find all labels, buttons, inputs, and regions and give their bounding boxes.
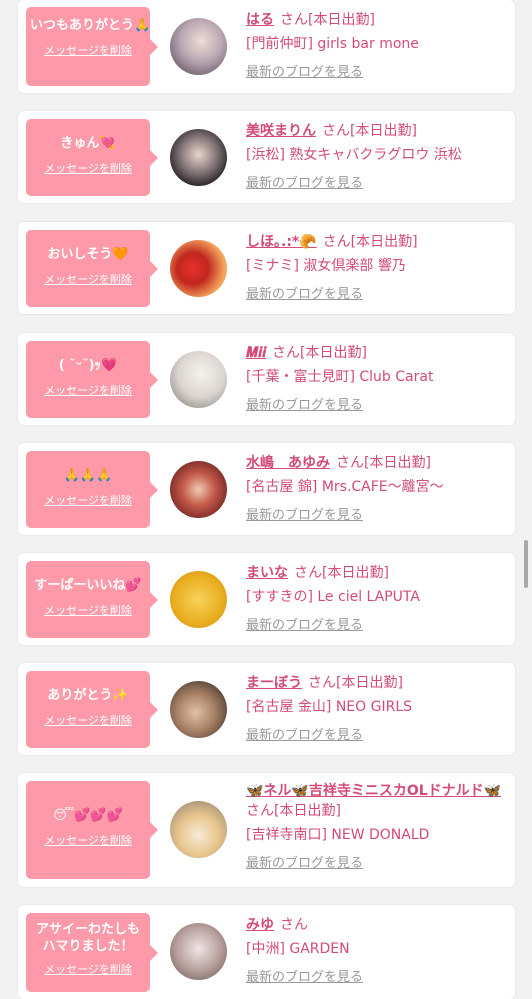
girl-name-link[interactable]: 𝑴𝒊𝒊 [246, 345, 266, 361]
delete-message-link[interactable]: メッセージを削除 [44, 602, 132, 618]
message-text: おいしそう🧡 [47, 247, 129, 262]
latest-blog-link[interactable]: 最新のブログを見る [246, 969, 363, 987]
avatar[interactable] [170, 351, 227, 408]
message-text: 😴💕💕💕 [53, 808, 123, 823]
latest-blog-link[interactable]: 最新のブログを見る [246, 286, 363, 304]
shop-name: [名古屋 金山] NEO GIRLS [246, 699, 413, 715]
shop-name: [浜松] 熟女キャバクラグロウ 浜松 [246, 147, 462, 163]
list-item: きゅん💘 メッセージを削除 美咲まりん さん[本日出勤] [浜松] 熟女キャバクラ… [18, 111, 515, 203]
girl-name-link[interactable]: 水嶋 あゆみ [246, 455, 330, 471]
girl-status: さん[本日出勤] [246, 803, 341, 819]
girl-status: さん[本日出勤] [308, 675, 403, 691]
shop-name: [ミナミ] 淑女倶楽部 響乃 [246, 258, 406, 274]
avatar[interactable] [170, 801, 227, 858]
avatar[interactable] [170, 681, 227, 738]
avatar[interactable] [170, 18, 227, 75]
girl-status: さん [280, 917, 308, 933]
message-bubble: おいしそう🧡 メッセージを削除 [26, 230, 158, 307]
shop-name: [名古屋 錦] Mrs.CAFE〜離宮〜 [246, 479, 444, 495]
latest-blog-link[interactable]: 最新のブログを見る [246, 397, 363, 415]
delete-message-link[interactable]: メッセージを削除 [44, 492, 132, 508]
girl-status: さん[本日出勤] [280, 12, 375, 28]
list-item: すーぱーいいね💕 メッセージを削除 まいな さん[本日出勤] [すすきの] Le … [18, 553, 515, 645]
girl-status: さん[本日出勤] [272, 345, 367, 361]
message-text: ありがとう✨ [47, 688, 129, 703]
girl-name-link[interactable]: 美咲まりん [246, 123, 316, 139]
delete-message-link[interactable]: メッセージを削除 [44, 271, 132, 287]
message-text: すーぱーいいね💕 [34, 578, 142, 593]
list-item: いつもありがとう🙏 メッセージを削除 はる さん[本日出勤] [門前仲町] gir… [18, 0, 515, 93]
message-bubble: すーぱーいいね💕 メッセージを削除 [26, 561, 158, 638]
message-bubble: ( ˘ᵕ˘)ｯ💗 メッセージを削除 [26, 341, 158, 418]
shop-name: [すすきの] Le ciel LAPUTA [246, 589, 420, 605]
message-bubble: いつもありがとう🙏 メッセージを削除 [26, 7, 158, 86]
list-item: アサイーわたしもハマりました！ メッセージを削除 みゆ さん [中洲] GARDE… [18, 905, 515, 999]
delete-message-link[interactable]: メッセージを削除 [44, 42, 132, 58]
latest-blog-link[interactable]: 最新のブログを見る [246, 507, 363, 525]
latest-blog-link[interactable]: 最新のブログを見る [246, 727, 363, 745]
shop-name: [吉祥寺南口] NEW DONALD [246, 827, 430, 843]
girl-name-link[interactable]: みゆ [246, 917, 274, 933]
message-bubble: アサイーわたしもハマりました！ メッセージを削除 [26, 913, 158, 992]
girl-name-link[interactable]: しほ｡.:*🥐 [246, 234, 317, 250]
message-text: アサイーわたしもハマりました！ [36, 922, 141, 954]
message-bubble: ありがとう✨ メッセージを削除 [26, 671, 158, 748]
list-item: おいしそう🧡 メッセージを削除 しほ｡.:*🥐 さん[本日出勤] [ミナミ] 淑女… [18, 222, 515, 314]
avatar[interactable] [170, 571, 227, 628]
girl-name-link[interactable]: まいな [246, 565, 288, 581]
delete-message-link[interactable]: メッセージを削除 [44, 961, 132, 977]
message-bubble: 😴💕💕💕 メッセージを削除 [26, 781, 158, 879]
message-text: ( ˘ᵕ˘)ｯ💗 [58, 358, 118, 373]
avatar[interactable] [170, 129, 227, 186]
list-item: ありがとう✨ メッセージを削除 まーぼう さん[本日出勤] [名古屋 金山] NE… [18, 663, 515, 755]
latest-blog-link[interactable]: 最新のブログを見る [246, 617, 363, 635]
latest-blog-link[interactable]: 最新のブログを見る [246, 64, 363, 82]
scrollbar[interactable] [524, 540, 528, 588]
shop-name: [千葉・富士見町] Club Carat [246, 369, 434, 385]
avatar[interactable] [170, 923, 227, 980]
girl-name-link[interactable]: はる [246, 12, 274, 28]
shop-name: [中洲] GARDEN [246, 941, 350, 957]
girl-status: さん[本日出勤] [294, 565, 389, 581]
message-text: いつもありがとう🙏 [30, 18, 151, 33]
message-bubble: きゅん💘 メッセージを削除 [26, 119, 158, 196]
latest-blog-link[interactable]: 最新のブログを見る [246, 175, 363, 193]
latest-blog-link[interactable]: 最新のブログを見る [246, 855, 363, 873]
girl-name-link[interactable]: 🦋ネル🦋吉祥寺ミニスカOLドナルド🦋 [246, 783, 501, 799]
delete-message-link[interactable]: メッセージを削除 [44, 712, 132, 728]
list-item: 🙏🙏🙏 メッセージを削除 水嶋 あゆみ さん[本日出勤] [名古屋 錦] Mrs.… [18, 443, 515, 535]
message-text: きゅん💘 [60, 136, 116, 151]
delete-message-link[interactable]: メッセージを削除 [44, 832, 132, 848]
avatar[interactable] [170, 461, 227, 518]
message-text: 🙏🙏🙏 [63, 468, 113, 483]
avatar[interactable] [170, 240, 227, 297]
list-item: ( ˘ᵕ˘)ｯ💗 メッセージを削除 𝑴𝒊𝒊 さん[本日出勤] [千葉・富士見町] … [18, 333, 515, 425]
girl-status: さん[本日出勤] [322, 123, 417, 139]
delete-message-link[interactable]: メッセージを削除 [44, 160, 132, 176]
girl-status: さん[本日出勤] [322, 234, 418, 250]
girl-status: さん[本日出勤] [336, 455, 431, 471]
girl-name-link[interactable]: まーぼう [246, 675, 302, 691]
delete-message-link[interactable]: メッセージを削除 [44, 382, 132, 398]
list-item: 😴💕💕💕 メッセージを削除 🦋ネル🦋吉祥寺ミニスカOLドナルド🦋 さん[本日出勤… [18, 773, 515, 887]
message-bubble: 🙏🙏🙏 メッセージを削除 [26, 451, 158, 528]
shop-name: [門前仲町] girls bar mone [246, 36, 419, 52]
